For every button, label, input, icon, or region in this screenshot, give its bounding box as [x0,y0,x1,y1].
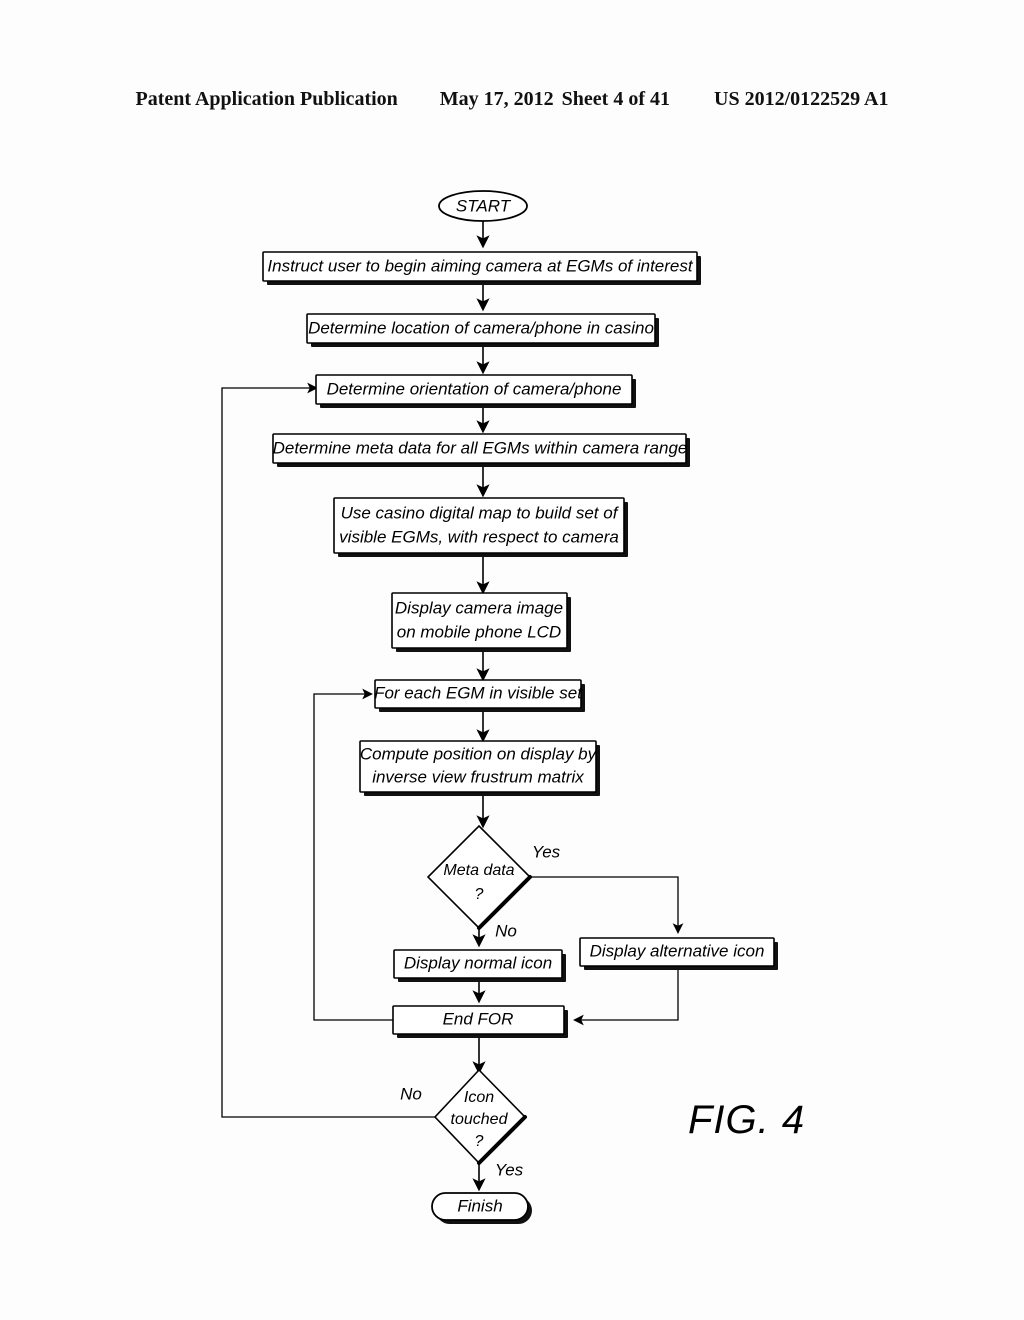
node-determine-meta-data-label: Determine meta data for all EGMs within … [273,438,688,457]
node-use-casino-map: Use casino digital map to build set of v… [333,497,628,557]
node-determine-location-label: Determine location of camera/phone in ca… [308,318,654,337]
figure-caption: FIG. 4 [688,1098,805,1142]
node-determine-meta-data: Determine meta data for all EGMs within … [272,433,690,467]
edge-label-meta-no: No [495,921,517,940]
node-display-normal-icon: Display normal icon [393,949,566,982]
node-instruct-user: Instruct user to begin aiming camera at … [262,251,701,285]
node-display-camera-image: Display camera image on mobile phone LCD [391,592,571,652]
node-determine-orientation: Determine orientation of camera/phone [315,374,636,408]
node-meta-data-decision: Meta data ? [426,824,532,930]
node-compute-position-label-line2: inverse view frustrum matrix [372,767,584,786]
patent-sheet-page: Patent Application Publication May 17, 2… [0,0,1024,1320]
node-use-casino-map-label-line2: visible EGMs, with respect to camera [339,527,619,546]
edge-label-touch-no: No [400,1084,422,1103]
node-icon-touched-decision-label-line1: Icon [464,1089,494,1106]
node-display-normal-icon-label: Display normal icon [404,953,552,972]
node-compute-position-label-line1: Compute position on display by [360,744,598,763]
node-icon-touched-decision-label-line3: ? [475,1133,484,1150]
node-determine-location: Determine location of camera/phone in ca… [306,313,659,347]
edge-label-meta-yes: Yes [532,842,561,861]
node-icon-touched-decision-label-line2: touched [451,1111,509,1128]
node-display-camera-image-label-line2: on mobile phone LCD [397,622,561,641]
node-end-for-label: End FOR [443,1009,514,1028]
node-use-casino-map-label-line1: Use casino digital map to build set of [341,503,620,522]
node-start-label: START [456,196,512,215]
node-compute-position: Compute position on display by inverse v… [359,740,600,796]
node-for-each-egm-label: For each EGM in visible set [374,683,583,702]
node-end-for: End FOR [392,1005,568,1038]
edge-metaq-yes-to-alt [530,876,684,934]
node-start: START [438,190,528,222]
node-icon-touched-decision: Icon touched ? [433,1068,527,1165]
node-finish: Finish [431,1192,532,1224]
node-display-alternative-icon-label: Display alternative icon [590,941,765,960]
node-finish-label: Finish [457,1196,502,1215]
flowchart-figure: START Instruct user to begin aiming came… [0,0,1024,1320]
edge-label-touch-yes: Yes [495,1160,524,1179]
node-meta-data-decision-label-line2: ? [475,886,484,903]
edge-alt-to-endfor [573,969,679,1026]
node-instruct-user-label: Instruct user to begin aiming camera at … [267,256,693,275]
node-for-each-egm: For each EGM in visible set [374,679,585,712]
node-display-alternative-icon: Display alternative icon [579,937,778,970]
node-display-camera-image-label-line1: Display camera image [395,598,563,617]
node-meta-data-decision-label-line1: Meta data [443,862,514,879]
node-determine-orientation-label: Determine orientation of camera/phone [327,379,622,398]
